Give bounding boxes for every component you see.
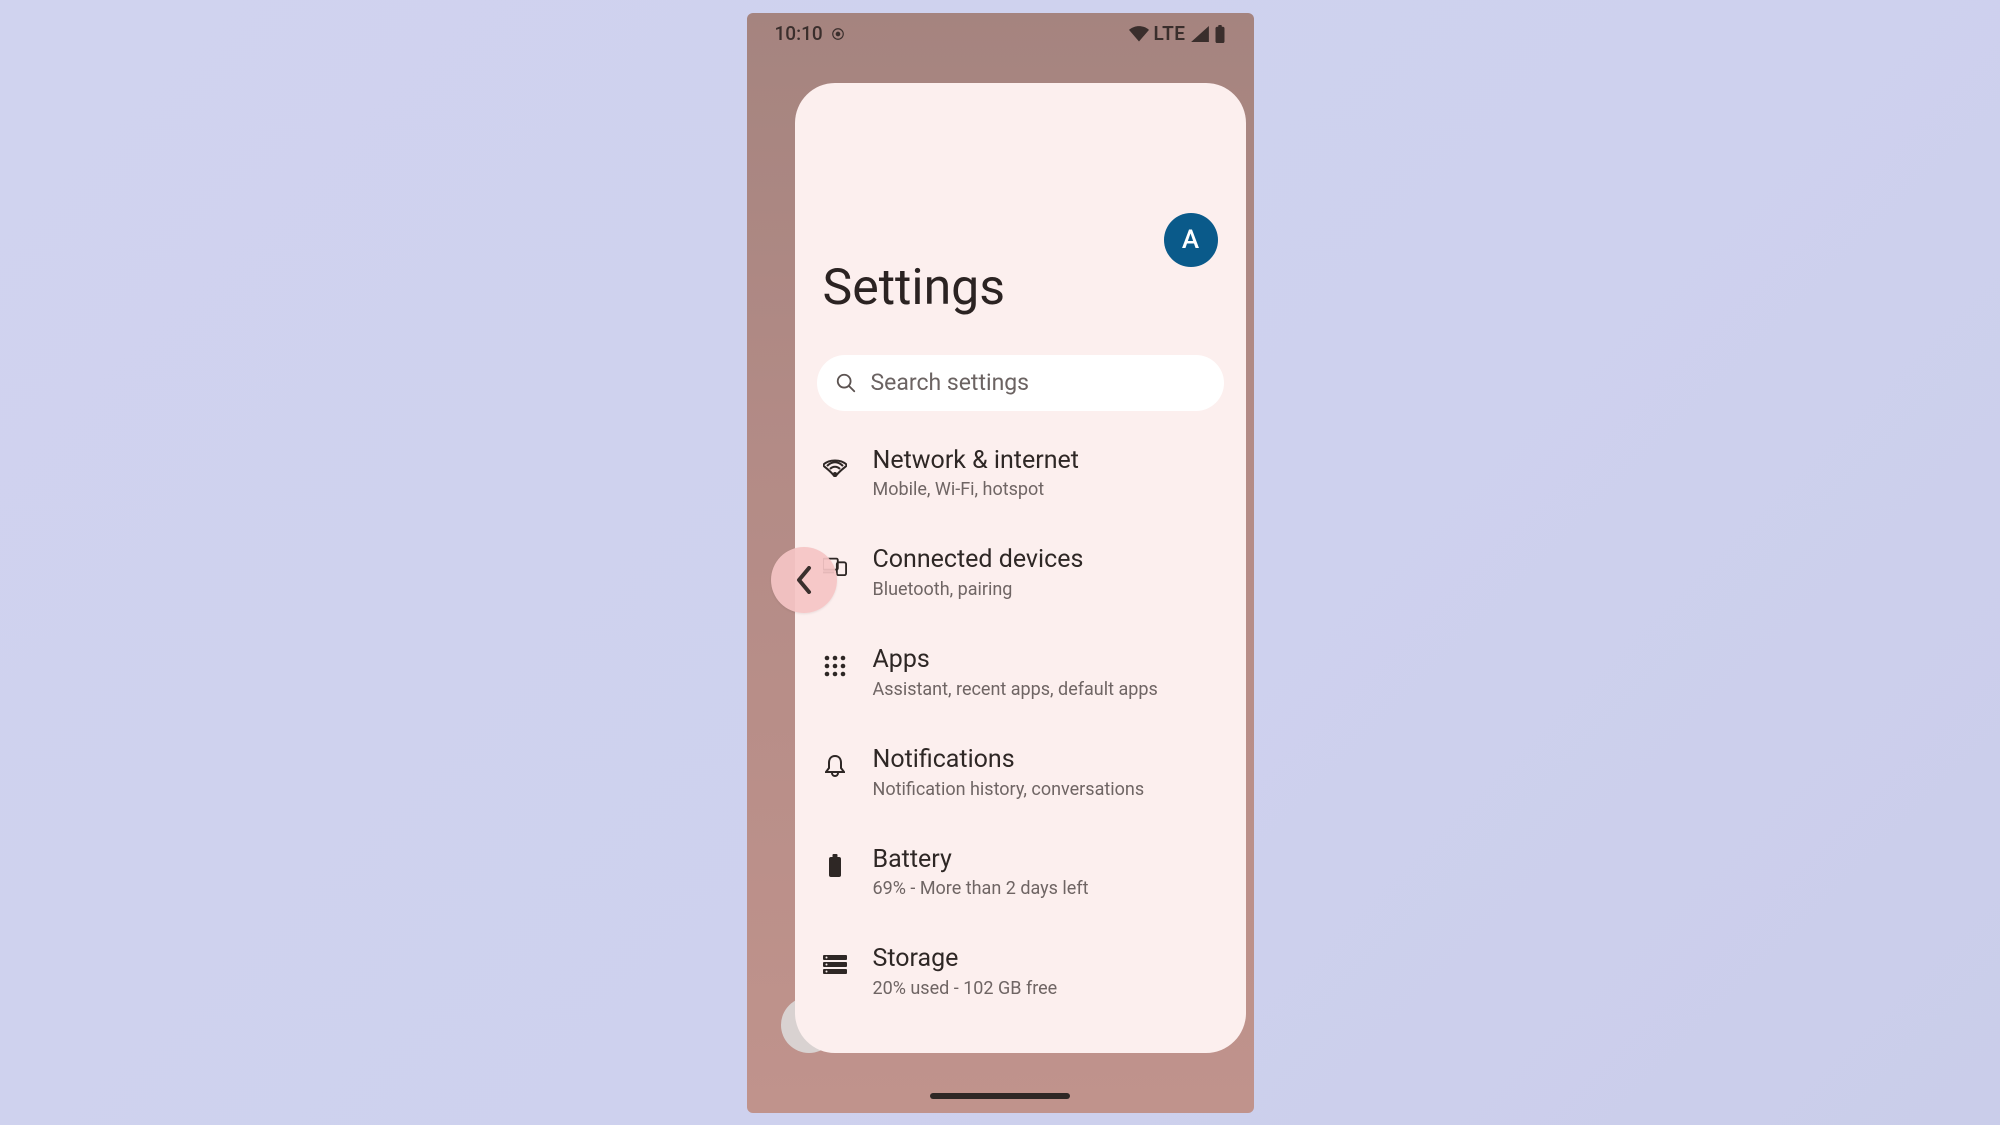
settings-item-network[interactable]: Network & internet Mobile, Wi-Fi, hotspo… (823, 447, 1224, 501)
settings-list: Network & internet Mobile, Wi-Fi, hotspo… (817, 447, 1224, 1000)
chevron-left-icon (795, 566, 813, 594)
wifi-icon (823, 455, 847, 479)
status-left: 10:10 (775, 22, 845, 45)
settings-item-apps[interactable]: Apps Assistant, recent apps, default app… (823, 646, 1224, 700)
settings-item-text: Connected devices Bluetooth, pairing (873, 546, 1084, 600)
settings-item-notifications[interactable]: Notifications Notification history, conv… (823, 746, 1224, 800)
settings-item-text: Notifications Notification history, conv… (873, 746, 1145, 800)
settings-item-connected-devices[interactable]: Connected devices Bluetooth, pairing (823, 546, 1224, 600)
item-title: Apps (873, 646, 1158, 675)
item-title: Notifications (873, 746, 1145, 775)
bell-icon (823, 754, 847, 778)
item-subtitle: Notification history, conversations (873, 779, 1145, 800)
status-time: 10:10 (775, 22, 823, 45)
wifi-icon (1129, 26, 1149, 42)
item-subtitle: Assistant, recent apps, default apps (873, 679, 1158, 700)
back-gesture-indicator[interactable] (771, 547, 837, 613)
storage-icon (823, 953, 847, 977)
settings-item-text: Battery 69% - More than 2 days left (873, 846, 1089, 900)
item-subtitle: Mobile, Wi-Fi, hotspot (873, 479, 1079, 500)
item-title: Battery (873, 846, 1089, 875)
item-title: Network & internet (873, 447, 1079, 476)
page-title: Settings (823, 259, 1224, 317)
item-subtitle: 20% used - 102 GB free (873, 978, 1058, 999)
item-subtitle: 69% - More than 2 days left (873, 878, 1089, 899)
search-icon (835, 372, 857, 394)
settings-sheet: A Settings Search settings Network & int… (795, 83, 1246, 1053)
status-bar: 10:10 LTE (747, 13, 1254, 47)
status-right: LTE (1129, 22, 1226, 45)
settings-item-text: Apps Assistant, recent apps, default app… (873, 646, 1158, 700)
item-title: Connected devices (873, 546, 1084, 575)
settings-item-text: Network & internet Mobile, Wi-Fi, hotspo… (873, 447, 1079, 501)
search-bar[interactable]: Search settings (817, 355, 1224, 411)
signal-icon (1191, 26, 1209, 42)
apps-icon (823, 654, 847, 678)
phone-frame: 10:10 LTE A Settings (747, 13, 1254, 1113)
battery-icon (1214, 25, 1226, 43)
item-title: Storage (873, 945, 1058, 974)
network-label: LTE (1154, 22, 1186, 45)
avatar-initial: A (1182, 225, 1199, 255)
gesture-nav-bar[interactable] (930, 1093, 1070, 1099)
recording-indicator-icon (831, 27, 845, 41)
settings-item-storage[interactable]: Storage 20% used - 102 GB free (823, 945, 1224, 999)
profile-avatar[interactable]: A (1164, 213, 1218, 267)
item-subtitle: Bluetooth, pairing (873, 579, 1084, 600)
settings-item-battery[interactable]: Battery 69% - More than 2 days left (823, 846, 1224, 900)
settings-item-text: Storage 20% used - 102 GB free (873, 945, 1058, 999)
search-placeholder: Search settings (871, 369, 1030, 396)
battery-icon (823, 854, 847, 878)
